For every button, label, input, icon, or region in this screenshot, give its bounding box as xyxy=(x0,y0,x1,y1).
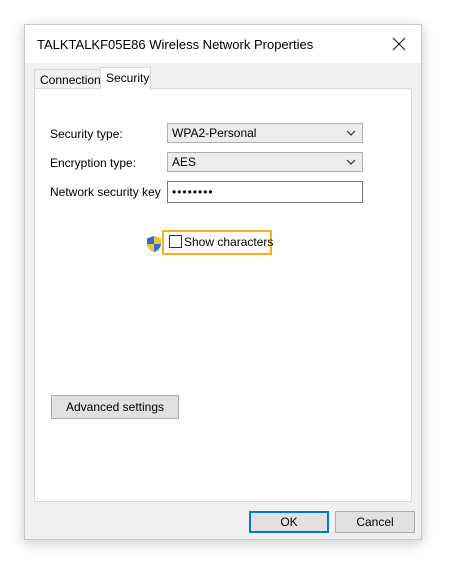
ok-button[interactable]: OK xyxy=(249,511,329,533)
close-icon xyxy=(392,37,406,51)
close-button[interactable] xyxy=(385,31,413,57)
tab-connection[interactable]: Connection xyxy=(34,69,101,89)
title-bar: TALKTALKF05E86 Wireless Network Properti… xyxy=(25,25,421,63)
show-characters-label[interactable]: Show characters xyxy=(184,235,273,249)
encryption-type-label: Encryption type: xyxy=(50,156,137,170)
network-key-field[interactable]: •••••••• xyxy=(167,181,363,203)
cancel-button[interactable]: Cancel xyxy=(335,511,415,533)
advanced-settings-button[interactable]: Advanced settings xyxy=(51,395,179,419)
security-type-label: Security type: xyxy=(50,127,123,141)
chevron-down-icon xyxy=(346,159,356,165)
tab-security[interactable]: Security xyxy=(100,67,151,90)
network-key-label: Network security key xyxy=(50,185,161,199)
window-title: TALKTALKF05E86 Wireless Network Properti… xyxy=(37,37,314,52)
security-type-value: WPA2-Personal xyxy=(172,126,257,140)
uac-shield-icon xyxy=(147,236,161,252)
security-panel: Security type: WPA2-Personal Encryption … xyxy=(34,88,412,502)
security-type-select[interactable]: WPA2-Personal xyxy=(167,123,363,143)
encryption-type-select[interactable]: AES xyxy=(167,152,363,172)
show-characters-checkbox[interactable] xyxy=(169,235,182,248)
properties-dialog: TALKTALKF05E86 Wireless Network Properti… xyxy=(24,24,422,540)
encryption-type-value: AES xyxy=(172,155,197,169)
chevron-down-icon xyxy=(346,130,356,136)
